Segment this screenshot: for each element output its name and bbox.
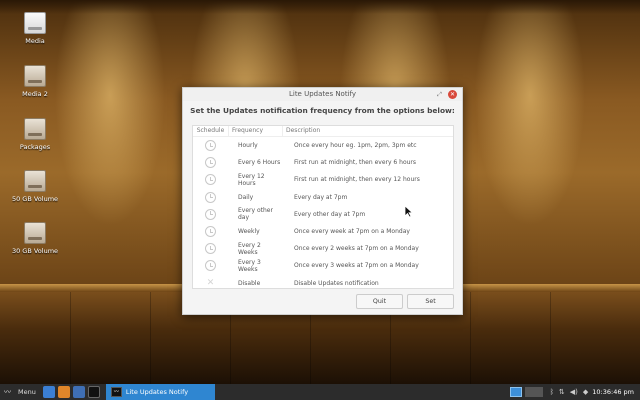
row-description: Every other day at 7pm: [294, 210, 366, 218]
clock-icon: [205, 140, 216, 152]
restore-icon[interactable]: ⤢: [435, 90, 444, 99]
network-icon[interactable]: ⇅: [559, 388, 565, 396]
frequency-table: Schedule Frequency Description Hourly On…: [192, 125, 454, 289]
row-frequency: Every 3 Weeks: [238, 258, 261, 273]
x-icon: ✕: [206, 277, 215, 288]
workspace-1[interactable]: [509, 387, 522, 397]
mouse-pointer-icon: [404, 205, 414, 218]
quit-button[interactable]: Quit: [356, 294, 403, 309]
menu-button[interactable]: 〰 Menu: [0, 384, 40, 400]
table-header: Schedule Frequency Description: [193, 126, 453, 137]
row-description: Disable Updates notification: [294, 279, 379, 287]
drive-icon: [24, 222, 46, 244]
desktop-icon-packages[interactable]: Packages: [8, 118, 62, 151]
row-description: Once every hour eg. 1pm, 2pm, 3pm etc: [294, 142, 417, 150]
volume-icon[interactable]: ◀): [570, 388, 578, 396]
terminal-icon: 〰: [110, 387, 122, 397]
terminal-launcher-icon[interactable]: [87, 386, 100, 398]
row-frequency: Every 6 Hours: [238, 159, 281, 167]
table-row[interactable]: Every other day Every other day at 7pm: [193, 206, 453, 223]
workspace-2[interactable]: [524, 387, 543, 397]
desktop-icon-label: 30 GB Volume: [11, 247, 59, 255]
taskbar-clock[interactable]: 10:36:46 pm: [592, 388, 640, 396]
desktop-icon-label: Media 2: [22, 90, 48, 98]
row-description: First run at midnight, then every 6 hour…: [294, 159, 417, 167]
clock-icon: [205, 226, 216, 238]
drive-icon: [24, 170, 46, 192]
desktop-icon-media[interactable]: Media: [8, 12, 62, 45]
clock-icon: [205, 174, 216, 186]
drive-icon: [24, 118, 46, 140]
close-icon[interactable]: ✕: [448, 90, 457, 99]
shield-icon[interactable]: ◆: [583, 388, 588, 396]
row-description: Once every 3 weeks at 7pm on a Monday: [294, 262, 419, 270]
menu-label: Menu: [18, 388, 36, 396]
row-frequency: Every 2 Weeks: [238, 241, 261, 256]
app-launcher-icon[interactable]: [72, 386, 85, 398]
row-description: Once every week at 7pm on a Monday: [294, 228, 410, 236]
drive-icon: [24, 12, 46, 34]
row-description: First run at midnight, then every 12 hou…: [294, 176, 420, 184]
row-description: Once every 2 weeks at 7pm on a Monday: [294, 245, 419, 253]
dialog-titlebar[interactable]: Lite Updates Notify ⤢ ✕: [183, 88, 462, 101]
row-frequency: Every 12 Hours: [238, 172, 265, 187]
browser-launcher-icon[interactable]: [57, 386, 70, 398]
clock-icon: [205, 260, 216, 272]
dialog-heading: Set the Updates notification frequency f…: [190, 106, 455, 115]
desktop-icon-label: Packages: [19, 143, 51, 151]
table-row[interactable]: Every 12 Hours First run at midnight, th…: [193, 171, 453, 188]
row-frequency: Daily: [238, 193, 254, 201]
table-row[interactable]: Every 2 Weeks Once every 2 weeks at 7pm …: [193, 240, 453, 257]
column-header-description[interactable]: Description: [283, 126, 453, 136]
row-frequency: Disable: [238, 279, 261, 287]
dialog-buttons: Quit Set: [356, 294, 454, 309]
row-frequency: Hourly: [238, 142, 258, 150]
taskbar: 〰 Menu 〰 Lite Updates Notify ᛒ ⇅ ◀) ◆ 10…: [0, 384, 640, 400]
system-tray: ᛒ ⇅ ◀) ◆: [546, 388, 593, 396]
drive-icon: [24, 65, 46, 87]
table-row[interactable]: Daily Every day at 7pm: [193, 189, 453, 206]
clock-icon: [205, 243, 216, 255]
table-row[interactable]: Hourly Once every hour eg. 1pm, 2pm, 3pm…: [193, 137, 453, 154]
bluetooth-icon[interactable]: ᛒ: [550, 388, 554, 396]
column-header-schedule[interactable]: Schedule: [193, 126, 229, 136]
table-row[interactable]: Every 3 Weeks Once every 3 weeks at 7pm …: [193, 257, 453, 274]
column-header-frequency[interactable]: Frequency: [229, 126, 283, 136]
desktop-icon-label: Media: [25, 37, 45, 45]
menu-logo-icon: 〰: [4, 388, 11, 396]
clock-icon: [205, 157, 216, 169]
table-row[interactable]: Weekly Once every week at 7pm on a Monda…: [193, 223, 453, 240]
row-frequency: Weekly: [238, 228, 260, 236]
taskbar-item-label: Lite Updates Notify: [125, 388, 189, 396]
desktop-icon-media-2[interactable]: Media 2: [8, 65, 62, 98]
desktop-icon-30gb-volume[interactable]: 30 GB Volume: [8, 222, 62, 255]
clock-icon: [205, 191, 216, 203]
lite-updates-notify-dialog: Lite Updates Notify ⤢ ✕ Set the Updates …: [182, 87, 463, 315]
table-row[interactable]: ✕ Disable Disable Updates notification: [193, 275, 453, 292]
clock-icon: [205, 208, 216, 220]
taskbar-item-lite-updates-notify[interactable]: 〰 Lite Updates Notify: [105, 384, 215, 400]
set-button[interactable]: Set: [407, 294, 454, 309]
desktop-icon-label: 50 GB Volume: [11, 195, 59, 203]
dialog-title: Lite Updates Notify: [288, 90, 357, 98]
table-row[interactable]: Every 6 Hours First run at midnight, the…: [193, 154, 453, 171]
desktop-icon-50gb-volume[interactable]: 50 GB Volume: [8, 170, 62, 203]
row-frequency: Every other day: [238, 207, 273, 222]
file-manager-launcher-icon[interactable]: [42, 386, 55, 398]
row-description: Every day at 7pm: [294, 193, 348, 201]
